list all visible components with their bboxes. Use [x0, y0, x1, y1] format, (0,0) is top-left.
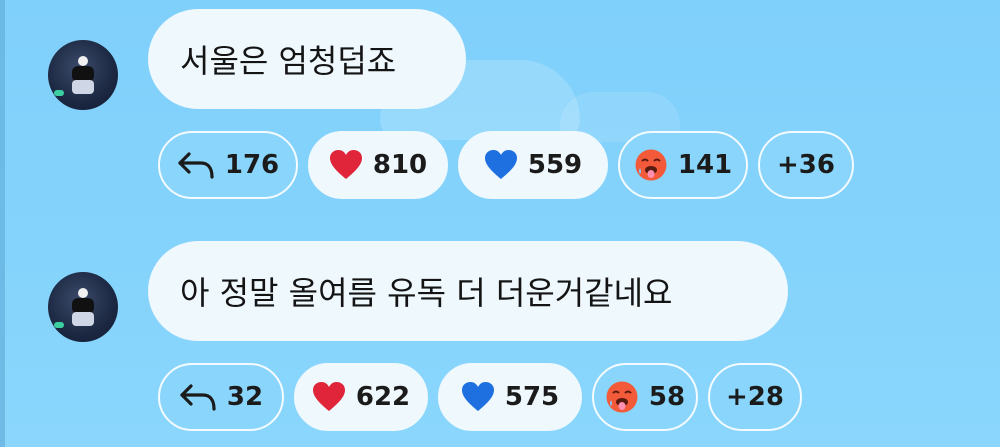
avatar[interactable] — [48, 272, 118, 342]
blue-heart-count: 559 — [527, 150, 583, 180]
message-bubble[interactable]: 아 정말 올여름 유독 더 더운거같네요 — [148, 241, 788, 341]
more-reactions-button[interactable]: +28 — [708, 363, 802, 431]
hot-face-icon — [605, 380, 639, 414]
message-text: 서울은 엄청덥죠 — [180, 42, 397, 80]
message-bubble[interactable]: 서울은 엄청덥죠 — [148, 9, 466, 109]
hot-face-count: 141 — [677, 150, 733, 180]
red-heart-icon — [329, 149, 363, 181]
message-text: 아 정말 올여름 유독 더 더운거같네요 — [180, 274, 673, 312]
heart-reaction-button[interactable]: 810 — [308, 131, 448, 199]
reaction-bar: 176 810 559 141 +36 — [158, 131, 854, 199]
reply-count: 176 — [224, 150, 280, 180]
avatar[interactable] — [48, 40, 118, 110]
blue-heart-icon — [484, 149, 518, 181]
blue-heart-icon — [461, 381, 495, 413]
reaction-bar: 32 622 575 58 +28 — [158, 363, 802, 431]
reply-arrow-icon — [177, 150, 215, 180]
more-reactions-button[interactable]: +36 — [758, 131, 854, 199]
red-heart-icon — [312, 381, 346, 413]
more-reactions-count: +36 — [777, 150, 835, 180]
hot-face-reaction-button[interactable]: 141 — [618, 131, 748, 199]
heart-count: 810 — [372, 150, 428, 180]
hot-face-count: 58 — [648, 382, 686, 412]
blue-heart-reaction-button[interactable]: 575 — [438, 363, 582, 431]
hot-face-reaction-button[interactable]: 58 — [592, 363, 698, 431]
reply-arrow-icon — [179, 382, 217, 412]
reply-button[interactable]: 32 — [158, 363, 284, 431]
heart-reaction-button[interactable]: 622 — [294, 363, 428, 431]
more-reactions-count: +28 — [726, 382, 784, 412]
reply-button[interactable]: 176 — [158, 131, 298, 199]
hot-face-icon — [634, 148, 668, 182]
reply-count: 32 — [226, 382, 264, 412]
left-edge-strip — [0, 0, 5, 447]
blue-heart-count: 575 — [504, 382, 560, 412]
heart-count: 622 — [355, 382, 411, 412]
blue-heart-reaction-button[interactable]: 559 — [458, 131, 608, 199]
